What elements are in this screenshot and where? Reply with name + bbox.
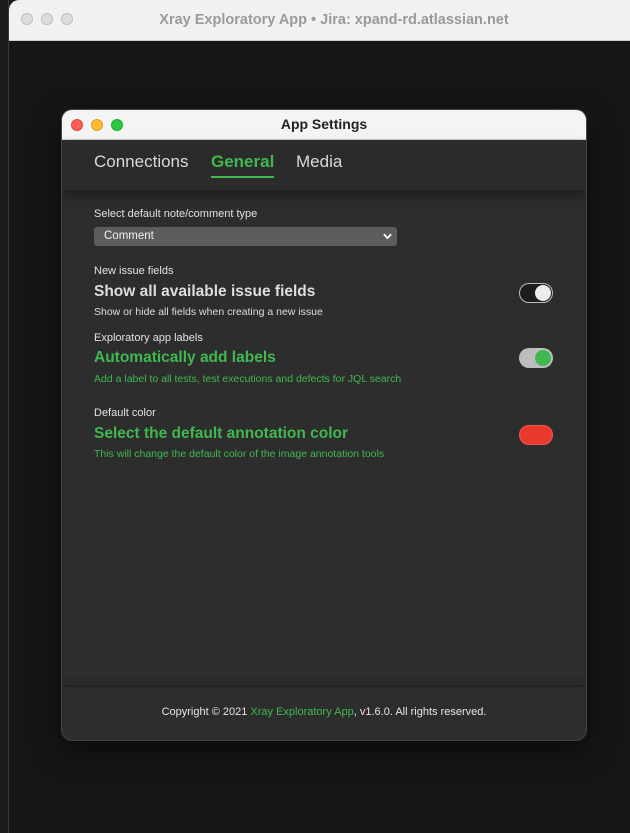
footer-app-link[interactable]: Xray Exploratory App bbox=[250, 706, 353, 718]
note-type-selected: Comment bbox=[104, 230, 154, 242]
dialog-title: App Settings bbox=[280, 116, 368, 132]
note-type-label: Select default note/comment type bbox=[94, 208, 258, 220]
issue-fields-description: Show or hide all fields when creating a … bbox=[94, 306, 323, 318]
toggle-knob bbox=[535, 285, 551, 301]
dialog-titlebar[interactable]: App Settings bbox=[62, 110, 586, 140]
settings-dialog: App Settings Connections General Media S… bbox=[62, 110, 586, 740]
footer-divider bbox=[62, 685, 586, 687]
toggle-knob bbox=[535, 350, 551, 366]
labels-section-label: Exploratory app labels bbox=[94, 332, 203, 344]
tab-media[interactable]: Media bbox=[296, 152, 342, 172]
tab-general[interactable]: General bbox=[211, 152, 275, 178]
note-type-select[interactable]: Comment bbox=[94, 227, 397, 246]
color-description: This will change the default color of th… bbox=[94, 448, 385, 460]
chevron-down-icon bbox=[383, 233, 392, 240]
labels-title: Automatically add labels bbox=[94, 349, 276, 366]
settings-tabs: Connections General Media bbox=[62, 140, 586, 190]
active-tab-indicator bbox=[211, 176, 275, 178]
color-section-label: Default color bbox=[94, 407, 156, 419]
tab-connections[interactable]: Connections bbox=[94, 152, 189, 172]
app-window-title: Xray Exploratory App • Jira: xpand-rd.at… bbox=[159, 12, 509, 28]
annotation-color-swatch[interactable] bbox=[519, 425, 553, 445]
issue-fields-section-label: New issue fields bbox=[94, 265, 174, 277]
footer-copyright: Copyright © 2021 Xray Exploratory App, v… bbox=[62, 706, 586, 718]
tab-general-label: General bbox=[211, 152, 275, 171]
issue-fields-title: Show all available issue fields bbox=[94, 283, 316, 300]
footer-suffix: , v1.6.0. All rights reserved. bbox=[353, 706, 487, 718]
footer-prefix: Copyright © 2021 bbox=[161, 706, 251, 718]
labels-toggle[interactable] bbox=[519, 348, 553, 368]
color-title: Select the default annotation color bbox=[94, 425, 349, 442]
labels-description: Add a label to all tests, test execution… bbox=[94, 373, 402, 385]
app-titlebar[interactable]: Xray Exploratory App • Jira: xpand-rd.at… bbox=[9, 0, 630, 41]
issue-fields-toggle[interactable] bbox=[519, 283, 553, 303]
